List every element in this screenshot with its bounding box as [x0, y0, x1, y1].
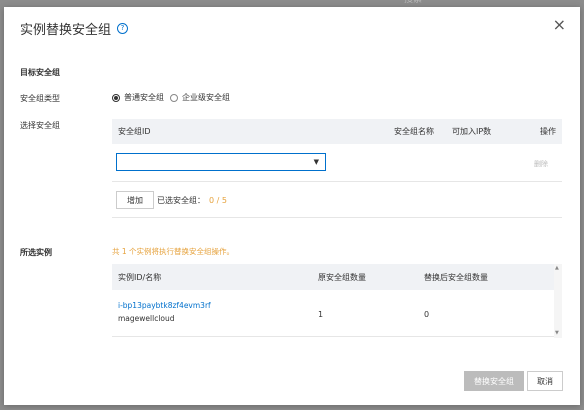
- select-sg-label: 选择安全组: [20, 121, 60, 130]
- target-section-title: 目标安全组: [20, 68, 60, 77]
- radio-normal-sg-label: 普通安全组: [124, 93, 164, 102]
- instance-table: 实例ID/名称 原安全组数量 替换后安全组数量 i-bp13paybtk8zf4…: [112, 264, 562, 338]
- selected-sg-count: 已选安全组： 0 / 5: [157, 195, 227, 206]
- scroll-up-icon[interactable]: ▲: [555, 266, 559, 271]
- radio-normal-sg[interactable]: 普通安全组: [112, 92, 164, 103]
- dialog-title: 实例替换安全组: [20, 23, 112, 38]
- col-original-count: 原安全组数量: [318, 272, 366, 282]
- selected-sg-value: 0 / 5: [209, 196, 227, 205]
- dialog-header: 实例替换安全组 ?: [20, 19, 129, 38]
- table-row: i-bp13paybtk8zf4evm3rf magewellcloud 1 0: [112, 298, 562, 330]
- col-sg-name: 安全组名称: [394, 127, 434, 136]
- radio-unchecked-icon[interactable]: [170, 93, 178, 102]
- sg-table-row-divider: [112, 181, 562, 182]
- radio-checked-icon[interactable]: [112, 93, 120, 102]
- replace-sg-confirm-button[interactable]: 替换安全组: [464, 371, 524, 391]
- instances-label: 所选实例: [20, 248, 52, 257]
- instance-table-header: 实例ID/名称 原安全组数量 替换后安全组数量: [112, 264, 554, 290]
- add-sg-button[interactable]: 增加: [116, 191, 154, 209]
- scroll-down-icon[interactable]: ▼: [555, 331, 559, 336]
- help-circle-icon[interactable]: ?: [117, 23, 129, 34]
- backdrop-search-hint: 搜索: [404, 0, 423, 5]
- col-instance-id: 实例ID/名称: [118, 272, 162, 282]
- col-sg-id: 安全组ID: [118, 127, 151, 136]
- sg-type-label: 安全组类型: [20, 94, 60, 103]
- original-count-value: 1: [318, 310, 324, 319]
- instance-row-divider: [112, 336, 554, 337]
- sg-type-radio-group: 普通安全组 企业级安全组: [112, 92, 236, 103]
- col-ip-count: 可加入IP数: [452, 127, 492, 136]
- instance-cell: i-bp13paybtk8zf4evm3rf magewellcloud: [118, 301, 211, 323]
- chevron-down-icon[interactable]: ▼: [314, 158, 319, 166]
- cancel-button[interactable]: 取消: [527, 371, 563, 391]
- after-count-value: 0: [424, 310, 430, 319]
- delete-row-link[interactable]: 删除: [534, 159, 548, 169]
- instance-table-scrollbar[interactable]: ▲ ▼: [554, 264, 562, 338]
- radio-enterprise-sg[interactable]: 企业级安全组: [170, 92, 230, 103]
- instance-name: magewellcloud: [118, 314, 175, 323]
- security-group-select[interactable]: ▼: [116, 153, 326, 171]
- replace-security-group-dialog: 实例替换安全组 ? × 目标安全组 安全组类型 普通安全组 企业级安全组 选择安…: [4, 7, 580, 405]
- instance-id-link[interactable]: i-bp13paybtk8zf4evm3rf: [118, 301, 211, 310]
- col-after-count: 替换后安全组数量: [424, 272, 488, 282]
- selected-sg-label: 已选安全组：: [157, 196, 205, 205]
- col-action: 操作: [540, 127, 556, 136]
- sg-table-header: 安全组ID 安全组名称 可加入IP数 操作: [112, 119, 562, 144]
- radio-enterprise-sg-label: 企业级安全组: [182, 93, 230, 102]
- close-icon[interactable]: ×: [553, 17, 566, 33]
- section-divider: [112, 217, 562, 218]
- instances-notice: 共 1 个实例将执行替换安全组操作。: [112, 247, 235, 256]
